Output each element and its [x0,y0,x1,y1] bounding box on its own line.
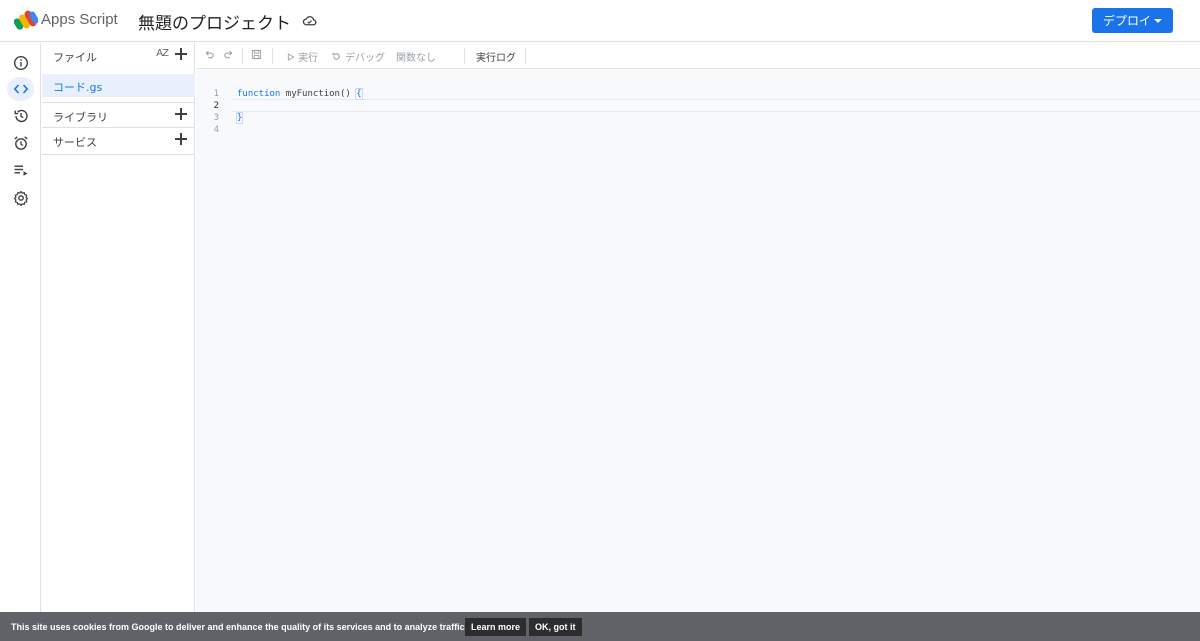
app-name[interactable]: Apps Script [41,11,118,28]
rail-executions-button[interactable] [7,158,34,182]
debug-label: デバッグ [345,53,385,64]
rail-overview-button[interactable] [7,51,34,75]
sort-az-icon[interactable]: AZ [156,48,169,59]
redo-button[interactable] [223,49,234,60]
deploy-button[interactable]: デプロイ [1092,8,1173,33]
ok-got-it-button[interactable]: OK, got it [529,618,582,636]
code-line[interactable] [237,100,362,112]
libraries-section: ライブラリ [42,102,195,128]
gear-icon [13,190,28,206]
execution-log-button[interactable]: 実行ログ [476,49,516,64]
rail-editor-button[interactable] [7,77,34,101]
code-line[interactable] [237,124,362,136]
add-service-icon[interactable] [175,133,187,145]
toolbar-divider [464,48,465,64]
execution-log-label: 実行ログ [476,53,516,64]
redo-icon [224,50,233,59]
code-line[interactable]: } [235,112,362,124]
code-icon [13,84,28,94]
deploy-label: デプロイ [1103,14,1152,28]
code-close-brace: } [235,112,244,124]
run-button[interactable]: 実行 [287,49,318,64]
cloud-saved-icon [302,16,317,26]
run-label: 実行 [298,53,318,64]
toolbar-divider [242,48,243,64]
rail-triggers-button[interactable] [7,131,34,155]
history-icon [14,109,28,123]
line-number: 2 [213,101,219,111]
cookie-consent-bar: This site uses cookies from Google to de… [0,612,1200,641]
editor-toolbar: 実行 デバッグ 関数なし 実行ログ [196,43,1200,69]
undo-button[interactable] [204,49,215,60]
line-numbers: 1 2 3 4 [196,88,219,136]
save-icon [251,49,262,60]
debug-icon [332,52,340,60]
cookie-text: This site uses cookies from Google to de… [11,622,468,632]
line-number: 1 [213,89,219,99]
current-line-highlight [232,99,1200,112]
add-library-icon[interactable] [175,108,187,120]
line-number: 3 [213,113,219,123]
code-editor[interactable]: 1 2 3 4 function myFunction() { } [196,70,1200,612]
libraries-label: ライブラリ [53,111,108,124]
learn-more-button[interactable]: Learn more [465,618,527,636]
top-header: Apps Script 無題のプロジェクト デプロイ [0,0,1200,42]
files-section-header: ファイル AZ [42,43,195,69]
code-open-brace: { [355,88,363,100]
add-file-icon[interactable] [175,48,187,60]
apps-script-editor: Apps Script 無題のプロジェクト デプロイ ファイル AZ コード.g… [0,0,1200,641]
alarm-icon [13,136,28,150]
rail-history-button[interactable] [7,104,34,128]
toolbar-divider [272,48,273,64]
file-item-code-gs[interactable]: コード.gs [42,74,195,97]
code-lines[interactable]: function myFunction() { } [235,88,363,136]
function-select[interactable]: 関数なし [396,49,436,64]
files-label: ファイル [53,51,97,64]
code-keyword: function [237,89,281,99]
debug-button[interactable]: デバッグ [331,49,385,64]
play-icon [287,52,295,61]
code-line[interactable]: function myFunction() { [237,88,363,100]
services-label: サービス [53,136,97,149]
executions-icon [14,165,27,176]
services-section: サービス [42,128,195,155]
files-panel: ファイル AZ コード.gs ライブラリ サービス [42,43,195,612]
project-title[interactable]: 無題のプロジェクト [138,9,291,34]
function-select-value: 関数なし [396,53,436,64]
apps-script-logo-icon[interactable] [14,9,38,31]
rail-settings-button[interactable] [7,186,34,210]
save-button[interactable] [251,49,262,60]
caret-down-icon [1154,19,1162,23]
line-number: 4 [213,125,219,135]
code-function-signature: myFunction() [280,89,357,99]
info-icon [13,55,28,71]
left-nav-rail [0,43,41,612]
undo-icon [205,50,214,59]
toolbar-divider [525,48,526,64]
